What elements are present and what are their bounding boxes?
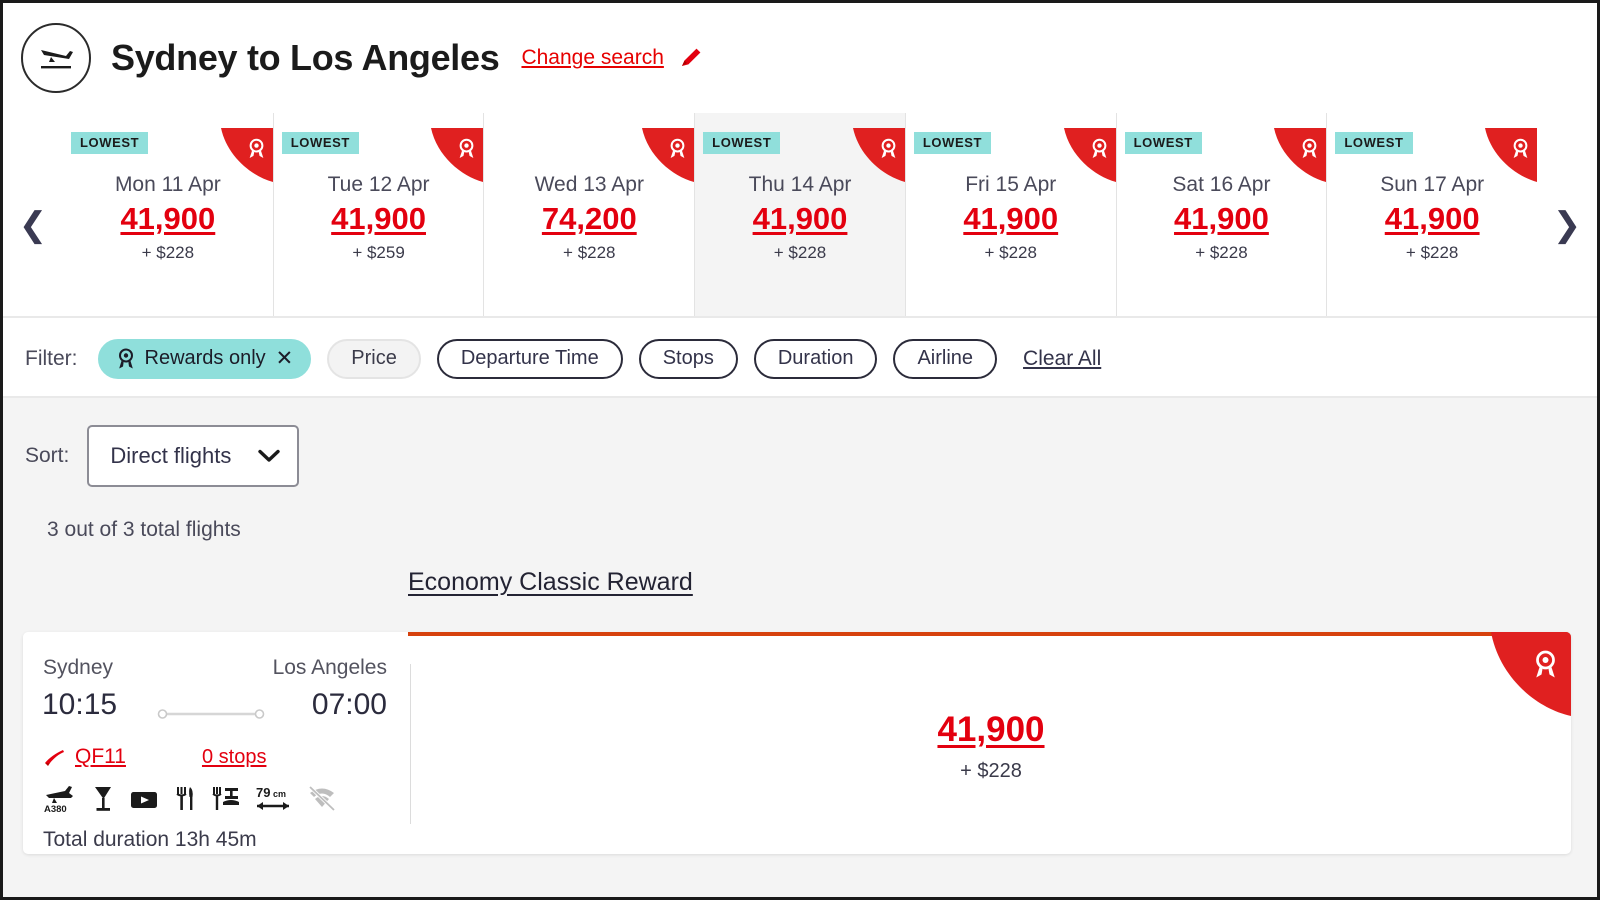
change-search-link[interactable]: Change search <box>521 46 663 70</box>
lowest-price-badge: LOWEST <box>1335 132 1413 154</box>
date-cell[interactable]: LOWEST Tue 12 Apr 41,900 + $259 <box>272 113 484 318</box>
clear-all-filters-link[interactable]: Clear All <box>1023 347 1101 371</box>
fare-column-top-border <box>408 632 1571 636</box>
date-selector-strip: ❮ LOWEST Mon 11 Apr 41,900 + $228 LOWEST Tue … <box>3 113 1597 318</box>
sort-row: Sort: Direct flights <box>25 425 300 487</box>
reward-ribbon-icon <box>211 128 273 186</box>
filter-chip-price[interactable]: Price <box>327 338 421 379</box>
date-points-value[interactable]: 41,900 <box>63 201 273 237</box>
lowest-price-badge: LOWEST <box>1124 132 1202 154</box>
sort-label: Sort: <box>25 444 70 467</box>
reward-ribbon-icon <box>1054 128 1116 186</box>
fare-price-panel[interactable]: 41,900 + $228 <box>411 632 1571 854</box>
inflight-entertainment-icon <box>131 792 157 808</box>
date-points-value[interactable]: 74,200 <box>484 201 694 237</box>
fare-cash-value: + $228 <box>960 760 1022 782</box>
flight-count-text: 3 out of 3 total flights <box>47 518 241 541</box>
date-cell-list: LOWEST Mon 11 Apr 41,900 + $228 LOWEST Tue 12… <box>63 113 1538 318</box>
date-cash-value: + $228 <box>984 243 1037 262</box>
reward-ribbon-icon <box>118 348 133 368</box>
date-cell[interactable]: LOWEST Sun 17 Apr 41,900 + $228 <box>1326 113 1538 318</box>
filter-chip-airline[interactable]: Airline <box>893 338 998 379</box>
lowest-price-badge: LOWEST <box>71 132 149 154</box>
flight-number-link[interactable]: QF11 <box>75 745 126 769</box>
date-points-value[interactable]: 41,900 <box>906 201 1116 237</box>
svg-text:A380: A380 <box>44 804 67 814</box>
amenity-icon-row: A380 79 cm <box>43 784 337 814</box>
reward-ribbon-icon <box>1475 128 1538 186</box>
date-points-value[interactable]: 41,900 <box>1117 201 1327 237</box>
date-points-value[interactable]: 41,900 <box>695 201 905 237</box>
stops-link[interactable]: 0 stops <box>202 746 266 769</box>
filter-chip-stops-label: Stops <box>662 347 714 369</box>
date-points-value[interactable]: 41,900 <box>1327 201 1537 237</box>
page-header: Sydney to Los Angeles Change search <box>3 3 1597 113</box>
meal-service-icon <box>212 787 239 810</box>
qantas-tail-icon <box>45 750 64 766</box>
flight-result-card[interactable]: Sydney Los Angeles 10:15 07:00 QF11 0 st… <box>23 632 1571 854</box>
filter-chip-price-label: Price <box>351 347 397 369</box>
date-cash-value: + $228 <box>141 243 195 262</box>
origin-city: Sydney <box>43 656 114 679</box>
filter-chip-stops[interactable]: Stops <box>638 338 738 379</box>
tab-economy-classic-reward[interactable]: Economy Classic Reward <box>408 568 693 597</box>
reward-ribbon-icon <box>632 128 695 186</box>
flight-search-results-page: Sydney to Los Angeles Change search ❮ LO… <box>0 0 1600 900</box>
sort-selected-value: Direct flights <box>110 443 232 468</box>
fare-tab-bar: Economy Classic Reward <box>408 568 693 597</box>
date-cash-value: + $228 <box>1405 243 1459 262</box>
lowest-price-badge: LOWEST <box>913 132 992 154</box>
date-cash-value: + $259 <box>352 243 405 262</box>
results-area: Sort: Direct flights 3 out of 3 total fl… <box>3 398 1597 897</box>
lowest-price-badge: LOWEST <box>703 132 781 154</box>
arrival-time: 07:00 <box>311 688 387 721</box>
filter-chip-duration-label: Duration <box>777 347 854 369</box>
date-cell[interactable]: LOWEST Sat 16 Apr 41,900 + $228 <box>1115 113 1327 318</box>
filter-label: Filter: <box>25 346 78 370</box>
svg-text:cm: cm <box>273 789 286 799</box>
total-duration-text: Total duration 13h 45m <box>43 828 257 851</box>
meal-icon <box>176 787 193 810</box>
pencil-edit-icon[interactable] <box>678 45 704 71</box>
remove-rewards-filter-icon[interactable]: ✕ <box>276 346 294 371</box>
flight-number-row: QF11 0 stops <box>43 745 266 769</box>
chevron-left-icon[interactable]: ❮ <box>3 113 63 318</box>
date-cash-value: + $228 <box>773 243 827 262</box>
date-cash-value: + $228 <box>563 243 616 262</box>
svg-text:79: 79 <box>256 785 270 800</box>
beverage-icon <box>95 787 111 811</box>
page-title: Sydney to Los Angeles <box>111 37 500 78</box>
date-cell[interactable]: LOWEST Thu 14 Apr 41,900 + $228 <box>694 113 905 318</box>
reward-ribbon-icon <box>1264 128 1327 186</box>
filter-chip-airline-label: Airline <box>917 347 974 369</box>
date-points-value[interactable]: 41,900 <box>274 201 484 237</box>
date-cell[interactable]: LOWEST Mon 11 Apr 41,900 + $228 <box>63 113 273 318</box>
date-cell[interactable]: Wed 13 Apr 74,200 + $228 <box>483 113 695 318</box>
filter-chip-duration[interactable]: Duration <box>753 338 878 379</box>
filter-bar: Filter: Rewards only ✕ Price Departure T… <box>3 319 1597 398</box>
reward-ribbon-icon <box>1475 632 1571 722</box>
strip-divider <box>3 316 1597 318</box>
filter-chip-departure-time[interactable]: Departure Time <box>436 338 623 379</box>
reward-ribbon-icon <box>421 128 484 186</box>
reward-ribbon-icon <box>843 128 905 186</box>
chevron-down-icon <box>258 449 281 462</box>
filter-chip-rewards-label: Rewards only <box>144 347 266 369</box>
sort-dropdown[interactable]: Direct flights <box>87 425 300 487</box>
chevron-right-icon[interactable]: ❯ <box>1537 113 1597 318</box>
seat-pitch-icon: 79 cm <box>256 785 289 810</box>
plane-takeoff-icon <box>21 23 91 93</box>
fare-points-value[interactable]: 41,900 <box>411 710 1571 750</box>
date-cash-value: + $228 <box>1195 243 1248 262</box>
flight-itinerary-panel: Sydney Los Angeles 10:15 07:00 QF11 0 st… <box>23 632 409 854</box>
destination-city: Los Angeles <box>272 656 387 679</box>
aircraft-a380-icon: A380 <box>44 786 73 814</box>
wifi-unavailable-icon <box>308 785 336 812</box>
lowest-price-badge: LOWEST <box>281 132 359 154</box>
route-line-graphic <box>157 709 265 719</box>
filter-chip-departure-time-label: Departure Time <box>460 347 599 369</box>
date-cell[interactable]: LOWEST Fri 15 Apr 41,900 + $228 <box>904 113 1116 318</box>
filter-chip-rewards-only[interactable]: Rewards only ✕ <box>97 338 312 379</box>
departure-time: 10:15 <box>42 688 118 721</box>
